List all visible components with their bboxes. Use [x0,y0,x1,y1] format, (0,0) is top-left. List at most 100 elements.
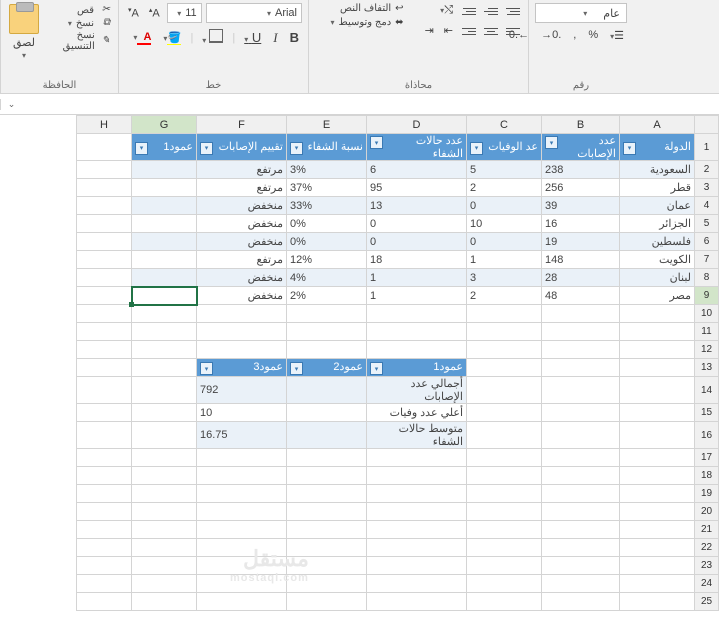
cell-F6[interactable]: منخفض [197,233,287,251]
increase-font-button[interactable]: A▴ [146,5,163,21]
col-header-G[interactable]: G [132,116,197,134]
cell-A20[interactable] [620,503,695,521]
cell-B16[interactable] [542,422,620,449]
cell-H23[interactable] [77,557,132,575]
cell-A9[interactable]: مصر [620,287,695,305]
cell-B2[interactable]: 238 [542,161,620,179]
filter-dropdown-icon[interactable]: ▾ [290,362,303,375]
cell-C15[interactable] [467,404,542,422]
col-header-E[interactable]: E [287,116,367,134]
cell-B11[interactable] [542,323,620,341]
format-painter-button[interactable]: ✎نسخ التنسيق [45,30,110,52]
cell-F22[interactable] [197,539,287,557]
cell-A4[interactable]: عمان [620,197,695,215]
cell-F7[interactable]: مرتفع [197,251,287,269]
cell-A17[interactable] [620,449,695,467]
row-header-19[interactable]: 19 [695,485,719,503]
cell-G16[interactable] [132,422,197,449]
select-all-corner[interactable] [695,116,719,134]
cell-C14[interactable] [467,377,542,404]
cell-D8[interactable]: 1 [367,269,467,287]
cell-A8[interactable]: لبنان [620,269,695,287]
cell-A25[interactable] [620,593,695,611]
cell-G2[interactable] [132,161,197,179]
cell-F17[interactable] [197,449,287,467]
cell-H24[interactable] [77,575,132,593]
percent-button[interactable]: % [585,28,601,43]
cell-E18[interactable] [287,467,367,485]
cell-H20[interactable] [77,503,132,521]
row-header-11[interactable]: 11 [695,323,719,341]
cell-G4[interactable] [132,197,197,215]
cell-F20[interactable] [197,503,287,521]
border-button[interactable]: ▾ [199,28,226,47]
cell-D4[interactable]: 13 [367,197,467,215]
cell-F25[interactable] [197,593,287,611]
orientation-button[interactable]: ⤭▾ [437,3,456,19]
row-header-22[interactable]: 22 [695,539,719,557]
row-header-2[interactable]: 2 [695,161,719,179]
cell-C8[interactable]: 3 [467,269,542,287]
cut-button[interactable]: ✂قص [45,4,110,16]
cell-G21[interactable] [132,521,197,539]
cell-H12[interactable] [77,341,132,359]
cell-E15[interactable] [287,404,367,422]
font-size-select[interactable]: 11▾ [167,3,202,23]
cell-E12[interactable] [287,341,367,359]
cell-H13[interactable] [77,359,132,377]
cell-C23[interactable] [467,557,542,575]
cell-H25[interactable] [77,593,132,611]
cell-E1[interactable]: ▾نسبة الشفاء [287,134,367,161]
row-header-8[interactable]: 8 [695,269,719,287]
cell-D12[interactable] [367,341,467,359]
cell-H22[interactable] [77,539,132,557]
cell-E17[interactable] [287,449,367,467]
cell-G9[interactable] [132,287,197,305]
filter-dropdown-icon[interactable]: ▾ [135,142,148,155]
font-color-button[interactable]: A▾ [130,30,154,46]
cell-A14[interactable] [620,377,695,404]
cell-E2[interactable]: 3% [287,161,367,179]
cell-C6[interactable]: 0 [467,233,542,251]
cell-C2[interactable]: 5 [467,161,542,179]
cell-F10[interactable] [197,305,287,323]
cell-B1[interactable]: ▾عدد الإصابات [542,134,620,161]
cell-E3[interactable]: 37% [287,179,367,197]
cell-A5[interactable]: الجزائر [620,215,695,233]
cell-G23[interactable] [132,557,197,575]
cell-A21[interactable] [620,521,695,539]
cell-A15[interactable] [620,404,695,422]
cell-D19[interactable] [367,485,467,503]
align-center-button[interactable] [482,23,500,39]
cell-E13[interactable]: ▾عمود2 [287,359,367,377]
cell-E19[interactable] [287,485,367,503]
cell-F4[interactable]: منخفض [197,197,287,215]
cell-B14[interactable] [542,377,620,404]
cell-C12[interactable] [467,341,542,359]
cell-B20[interactable] [542,503,620,521]
cell-C10[interactable] [467,305,542,323]
cell-C25[interactable] [467,593,542,611]
copy-button[interactable]: ⧉نسخ▾ [45,17,110,29]
col-header-A[interactable]: A [620,116,695,134]
cell-F23[interactable] [197,557,287,575]
cell-B18[interactable] [542,467,620,485]
align-left-button[interactable] [460,23,478,39]
cell-A18[interactable] [620,467,695,485]
cell-C3[interactable]: 2 [467,179,542,197]
italic-button[interactable]: I [270,29,280,47]
cell-D6[interactable]: 0 [367,233,467,251]
cell-E14[interactable] [287,377,367,404]
cell-A1[interactable]: ▾الدولة [620,134,695,161]
cell-F21[interactable] [197,521,287,539]
cell-E23[interactable] [287,557,367,575]
cell-G13[interactable] [132,359,197,377]
cell-B24[interactable] [542,575,620,593]
cell-C19[interactable] [467,485,542,503]
filter-dropdown-icon[interactable]: ▾ [545,136,558,149]
cell-H4[interactable] [77,197,132,215]
align-bottom-button[interactable] [460,3,478,19]
cell-D21[interactable] [367,521,467,539]
bold-button[interactable]: B [287,29,302,46]
paste-button[interactable]: لصق ▾ [9,4,39,60]
